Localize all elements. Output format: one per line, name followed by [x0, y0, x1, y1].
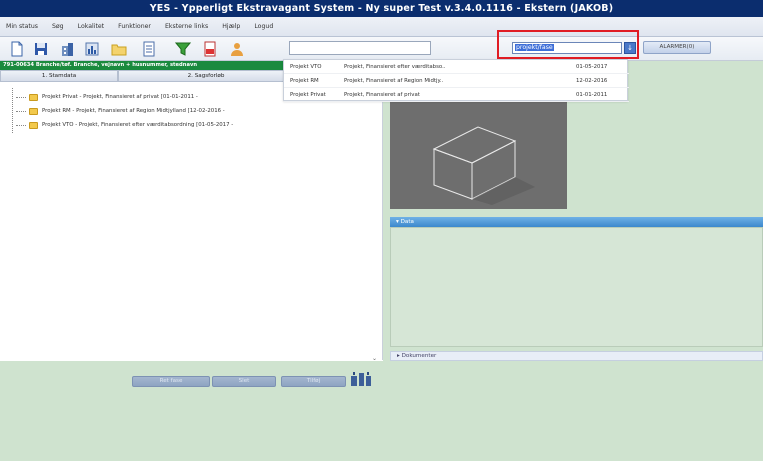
dropdown-option-projekt-privat[interactable]: Projekt Privat Projekt, Finansieret af p… — [284, 88, 629, 102]
menu-item-lokalitet[interactable]: Lokalitet — [78, 23, 105, 30]
user-icon[interactable] — [228, 40, 246, 58]
dokumenter-section-label: Dokumenter — [401, 353, 437, 359]
option-date: 01-05-2017 — [576, 64, 608, 70]
option-name: Projekt RM — [290, 78, 319, 84]
filter-icon[interactable] — [174, 40, 192, 58]
projekt-fase-dropdown: Projekt VTO Projekt, Finansieret efter v… — [283, 59, 629, 102]
option-name: Projekt Privat — [290, 92, 326, 98]
menu-item-funktioner[interactable]: Funktioner — [118, 23, 151, 30]
menu-item-logud[interactable]: Logud — [254, 23, 273, 30]
folder-icon — [29, 121, 38, 129]
report-icon[interactable] — [140, 40, 158, 58]
hierarchy-icon[interactable] — [350, 372, 372, 388]
data-section-header[interactable]: ▾ Data — [390, 217, 763, 227]
tree-item-label: Projekt Privat - Projekt, Finansieret af… — [42, 94, 198, 100]
tree-item-projekt-vto[interactable]: Projekt VTO - Projekt, Finansieret efter… — [16, 120, 233, 130]
data-section-label: Data — [400, 219, 414, 225]
tab-stamdata[interactable]: 1. Stamdata — [0, 70, 118, 82]
search-input[interactable] — [289, 41, 431, 55]
option-date: 12-02-2016 — [576, 78, 608, 84]
tree-item-projekt-rm[interactable]: Projekt RM - Projekt, Finansieret af Reg… — [16, 106, 225, 116]
option-date: 01-01-2011 — [576, 92, 608, 98]
menu-item-eksterne-links[interactable]: Eksterne links — [165, 23, 208, 30]
bottom-area — [0, 361, 763, 461]
tree-item-label: Projekt VTO - Projekt, Finansieret efter… — [42, 122, 234, 128]
tree-item-label: Projekt RM - Projekt, Finansieret af Reg… — [42, 108, 225, 114]
preview-image — [390, 101, 567, 209]
option-description: Projekt, Finansieret efter værditabso.. — [344, 64, 446, 70]
menu-item-hjaelp[interactable]: Hjælp — [222, 23, 240, 30]
option-description: Projekt, Finansieret af privat — [344, 92, 420, 98]
folder-icon[interactable] — [110, 40, 128, 58]
window-title: YES - Ypperligt Ekstravagant System - Ny… — [0, 0, 763, 17]
project-tree: Projekt Privat - Projekt, Finansieret af… — [0, 82, 383, 360]
ret-fase-button[interactable]: Ret fase — [132, 376, 210, 387]
new-document-icon[interactable] — [8, 40, 26, 58]
menu-item-min-status[interactable]: Min status — [6, 23, 38, 30]
menu-item-sog[interactable]: Søg — [52, 23, 64, 30]
option-name: Projekt VTO — [290, 64, 322, 70]
option-description: Projekt, Finansieret af Region Midtjy.. — [344, 78, 444, 84]
dokumenter-section-header[interactable]: ▸ Dokumenter — [390, 351, 763, 361]
tree-connector — [12, 88, 13, 133]
tree-dash — [16, 124, 26, 126]
chart-icon[interactable] — [83, 40, 101, 58]
folder-icon — [29, 107, 38, 115]
building-icon[interactable] — [58, 40, 76, 58]
save-icon[interactable] — [32, 40, 50, 58]
dropdown-option-projekt-vto[interactable]: Projekt VTO Projekt, Finansieret efter v… — [284, 60, 629, 74]
data-section-body — [390, 227, 763, 347]
tree-dash — [16, 110, 26, 112]
tab-sagsforlob[interactable]: 2. Sagsforløb — [118, 70, 294, 82]
highlight-box — [497, 30, 639, 59]
tree-item-projekt-privat[interactable]: Projekt Privat - Projekt, Finansieret af… — [16, 92, 198, 102]
dropdown-option-projekt-rm[interactable]: Projekt RM Projekt, Finansieret af Regio… — [284, 74, 629, 88]
tree-dash — [16, 96, 26, 98]
slet-button[interactable]: Slet — [212, 376, 276, 387]
folder-icon — [29, 93, 38, 101]
alarm-button[interactable]: ALARMER(0) — [643, 41, 711, 54]
pdf-icon[interactable] — [201, 40, 219, 58]
tilfoj-button[interactable]: Tilføj — [281, 376, 346, 387]
menu-bar: Min status Søg Lokalitet Funktioner Ekst… — [0, 17, 763, 37]
